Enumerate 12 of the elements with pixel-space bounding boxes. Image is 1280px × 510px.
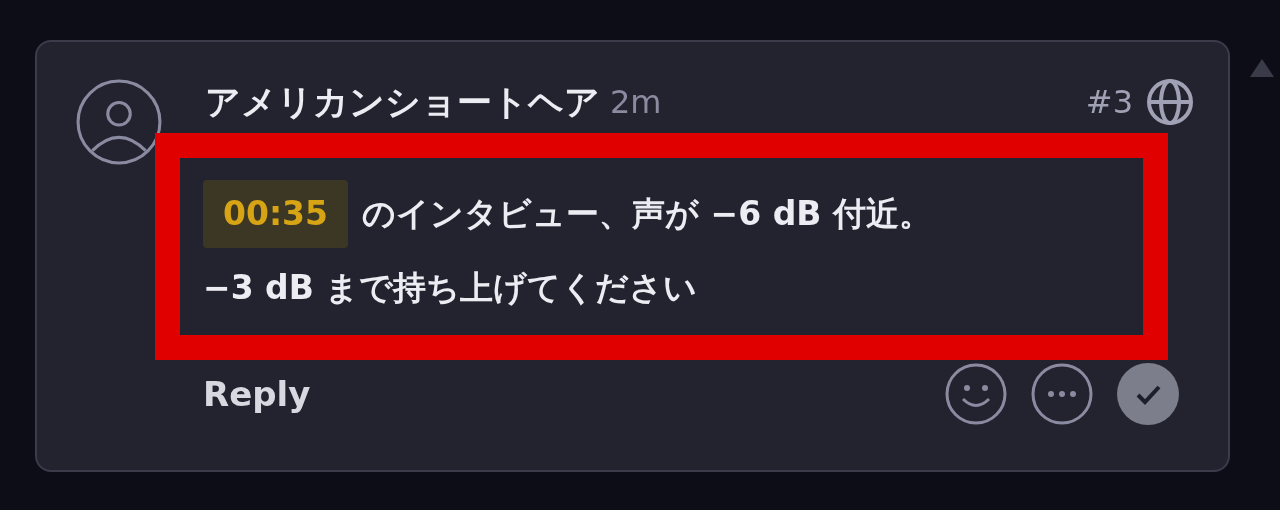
reply-button[interactable]: Reply [203, 374, 311, 414]
emoji-icon[interactable] [944, 362, 1008, 426]
globe-icon[interactable] [1145, 77, 1195, 127]
comment-text: のインタビュー、声が −6 dB 付近。 [362, 192, 932, 235]
user-avatar-icon [76, 79, 162, 165]
check-icon[interactable] [1116, 362, 1180, 426]
comment-text: −3 dB まで持ち上げてください [203, 268, 698, 307]
timestamp-chip[interactable]: 00:35 [203, 180, 349, 248]
comment-number: #3 [1085, 83, 1133, 121]
comment-time: 2m [610, 83, 662, 121]
more-icon[interactable] [1030, 362, 1094, 426]
author-name: アメリカンショートヘア [205, 80, 600, 124]
